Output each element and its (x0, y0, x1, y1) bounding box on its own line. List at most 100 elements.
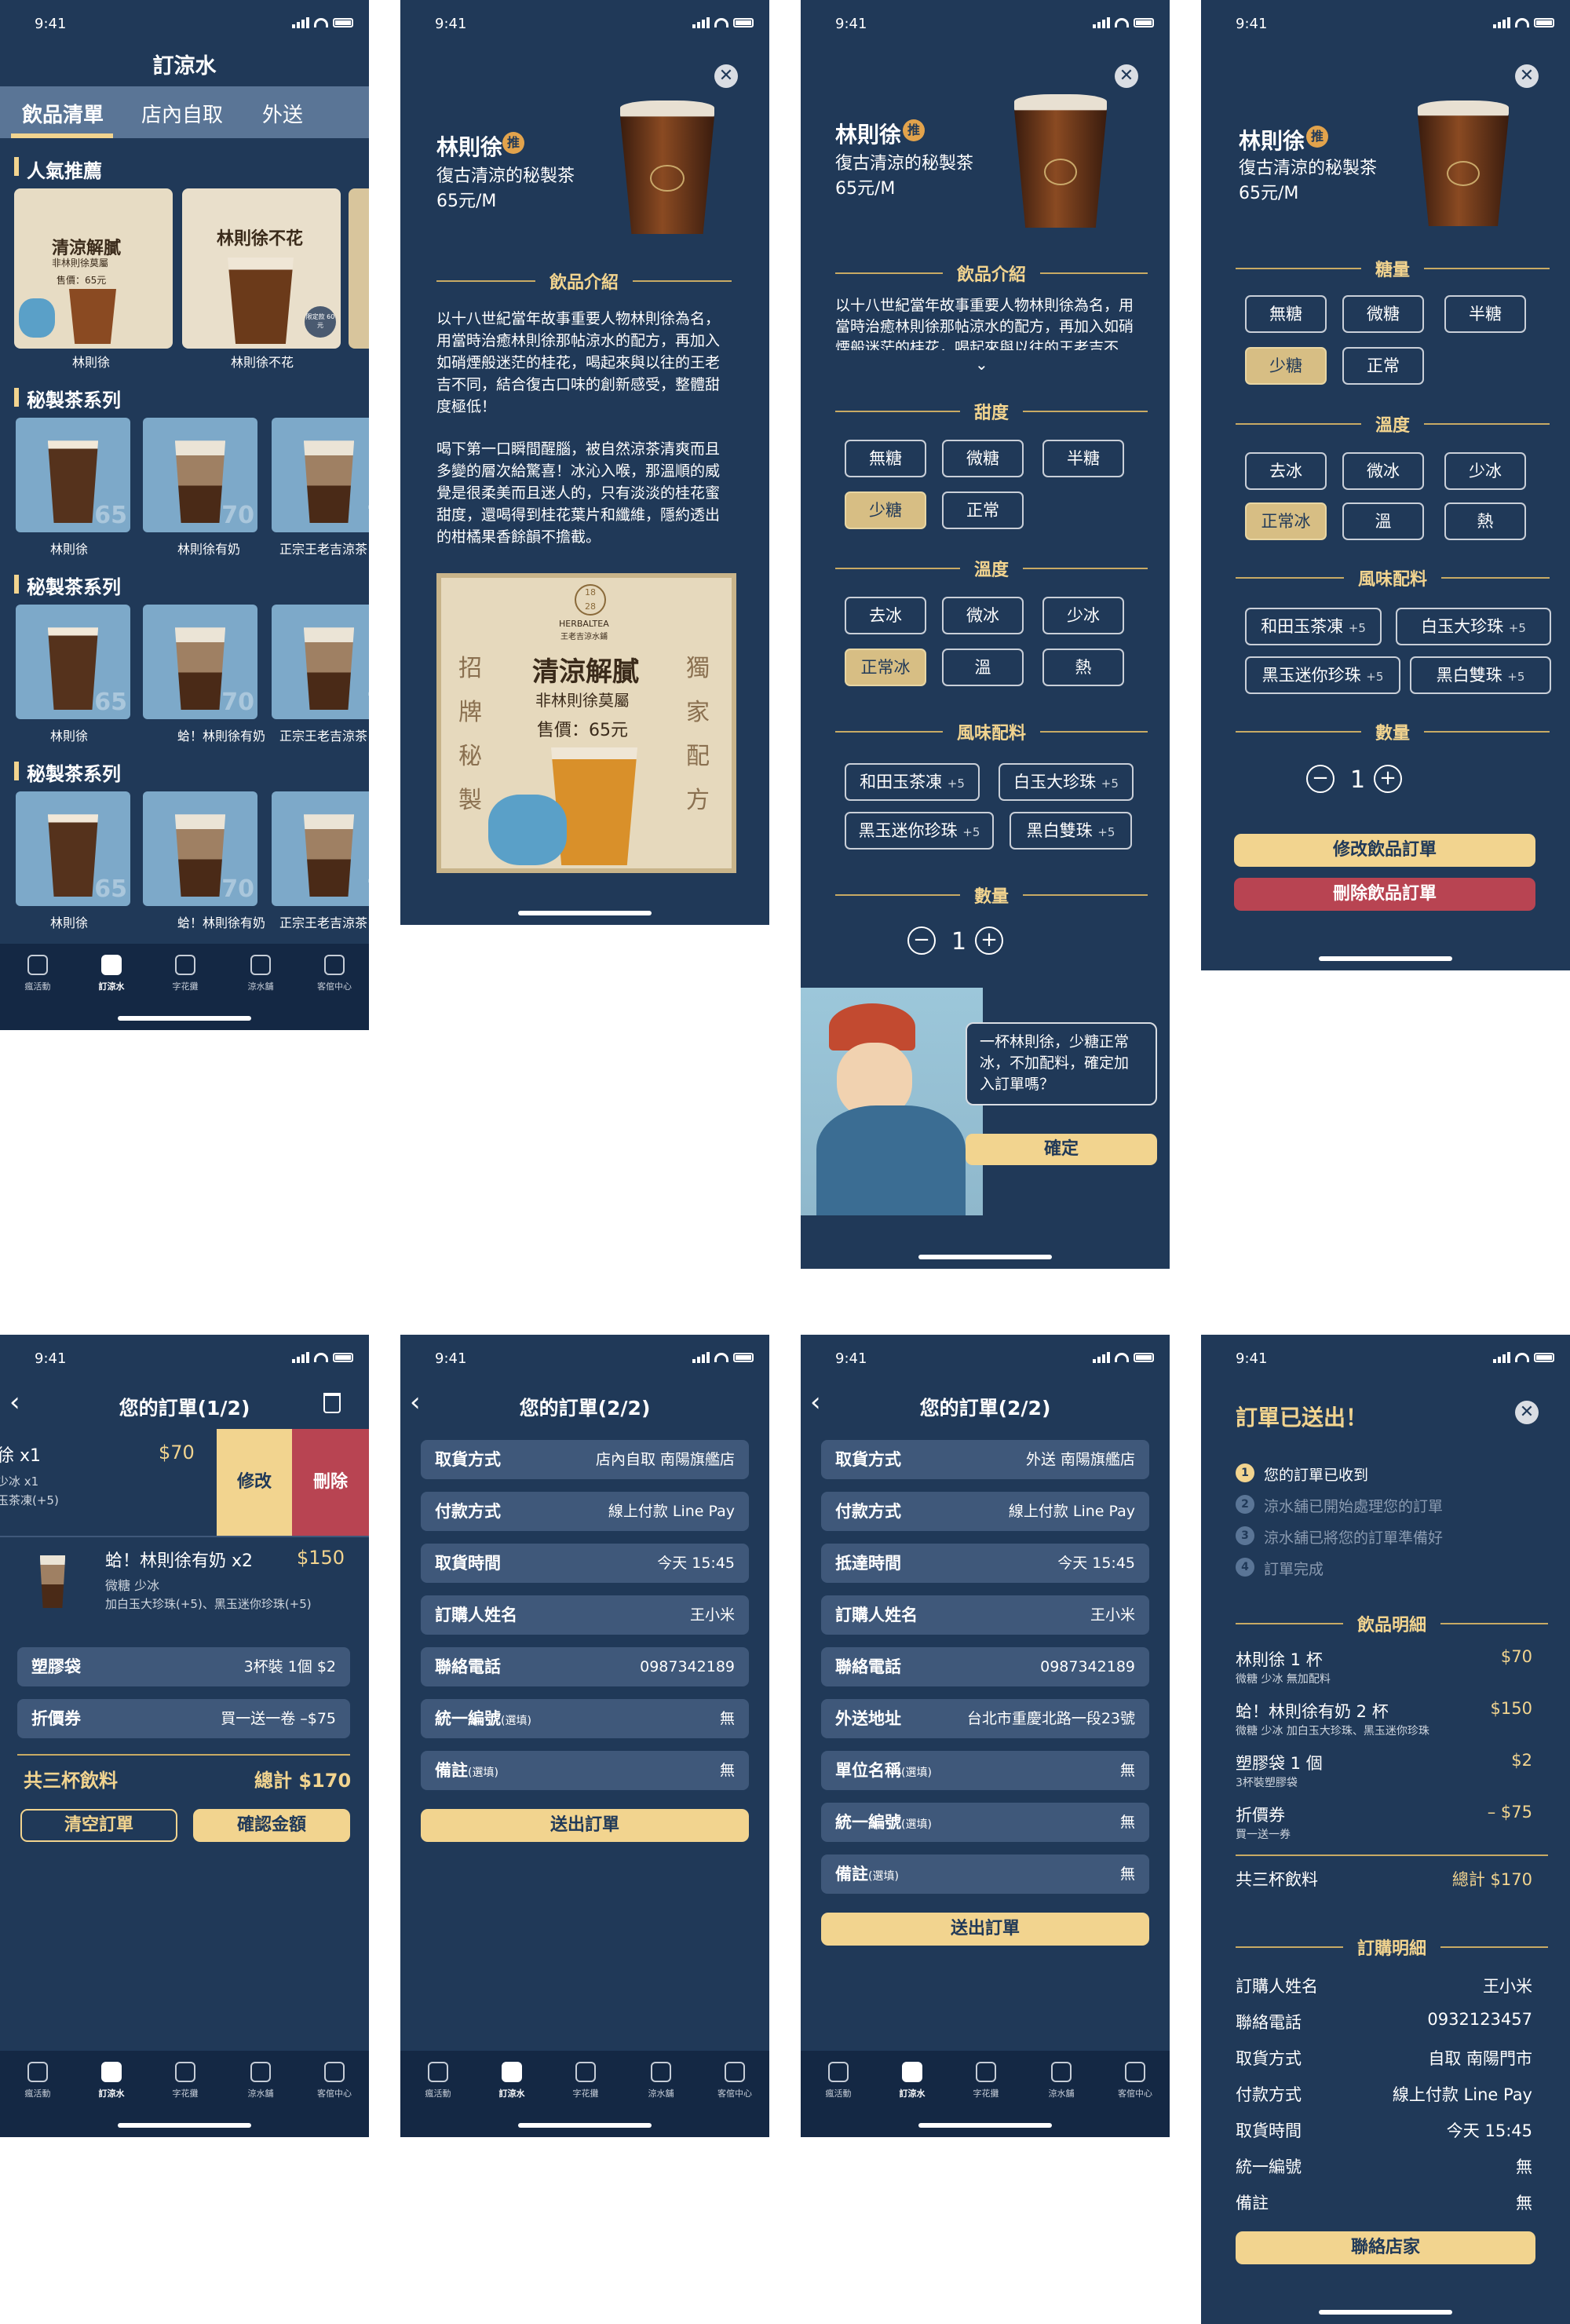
tab-item[interactable]: 訂涼水 (488, 2062, 535, 2099)
tab-item[interactable]: 訂涼水 (88, 2062, 135, 2099)
form-row[interactable]: 取貨方式 店內自取 南陽旗艦店 (421, 1440, 749, 1479)
confirm-button[interactable]: 確定 (966, 1134, 1157, 1165)
option-chip[interactable]: 黑玉迷你珍珠 +5 (1245, 656, 1400, 694)
option-chip[interactable]: 和田玉茶凍 +5 (1245, 608, 1382, 645)
option-chip[interactable]: 黑玉迷你珍珠 +5 (845, 812, 994, 850)
option-chip[interactable]: 去冰 (1245, 452, 1327, 490)
coupon-row[interactable]: 折價券 買一送一卷 –$75 (17, 1699, 350, 1738)
edit-item-button[interactable]: 修改 (217, 1429, 292, 1536)
form-row[interactable]: 取貨時間 今天 15:45 (421, 1544, 749, 1583)
delete-order-button[interactable]: 刪除飲品訂單 (1234, 878, 1535, 911)
tab-item[interactable]: 瘋活動 (815, 2062, 862, 2099)
confirm-amount-button[interactable]: 確認金額 (193, 1809, 350, 1842)
option-chip[interactable]: 微冰 (942, 597, 1024, 634)
option-chip[interactable]: 和田玉茶凍 +5 (845, 763, 980, 801)
option-chip[interactable]: 半糖 (1042, 440, 1124, 477)
form-row[interactable]: 付款方式 線上付款 Line Pay (421, 1492, 749, 1531)
option-chip[interactable]: 正常冰 (845, 649, 926, 686)
option-chip[interactable]: 正常 (942, 491, 1024, 529)
form-row[interactable]: 取貨方式 外送 南陽旗艦店 (821, 1440, 1149, 1479)
tab-item[interactable]: 客倌中心 (1112, 2062, 1159, 2099)
product-thumbnail[interactable]: 7 (272, 791, 369, 906)
option-chip[interactable]: 少糖 (1245, 347, 1327, 385)
bag-row[interactable]: 塑膠袋 3杯裝 1個 $2 (17, 1647, 350, 1686)
option-chip[interactable]: 微糖 (1342, 295, 1424, 333)
delete-item-button[interactable]: 刪除 (292, 1429, 369, 1536)
close-icon[interactable]: ✕ (1115, 64, 1138, 88)
tab-item[interactable]: 字花攤 (162, 2062, 209, 2099)
tab-item[interactable]: 訂涼水 (88, 955, 135, 992)
form-row[interactable]: 付款方式 線上付款 Line Pay (821, 1492, 1149, 1531)
form-row[interactable]: 外送地址 台北市重慶北路一段23號 (821, 1699, 1149, 1738)
product-thumbnail[interactable]: 65 (16, 418, 130, 532)
close-icon[interactable]: ✕ (1515, 1401, 1539, 1424)
form-row[interactable]: 聯絡電話 0987342189 (821, 1647, 1149, 1686)
tab-item[interactable]: 字花攤 (962, 2062, 1010, 2099)
popular-card[interactable]: 林則徐不花 限定款 60元 (182, 188, 341, 349)
form-row[interactable]: 備註(選填) 無 (421, 1751, 749, 1790)
option-chip[interactable]: 去冰 (845, 597, 926, 634)
product-thumbnail[interactable]: 65 (16, 791, 130, 906)
product-thumbnail[interactable]: 7 (272, 605, 369, 719)
tab-item[interactable]: 訂涼水 (889, 2062, 936, 2099)
option-chip[interactable]: 熱 (1042, 649, 1124, 686)
expand-chevron-icon[interactable]: ⌄ (975, 355, 988, 374)
form-row[interactable]: 統一編號(選填) 無 (821, 1803, 1149, 1842)
plus-icon[interactable]: + (1374, 765, 1402, 793)
clear-order-button[interactable]: 清空訂單 (20, 1809, 177, 1842)
category-tab[interactable]: 店內自取 (141, 99, 223, 128)
option-chip[interactable]: 黑白雙珠 +5 (1010, 812, 1132, 850)
tab-item[interactable]: 涼水舖 (237, 2062, 284, 2099)
tab-item[interactable]: 客倌中心 (711, 2062, 758, 2099)
tab-item[interactable]: 字花攤 (562, 2062, 609, 2099)
tab-item[interactable]: 字花攤 (162, 955, 209, 992)
option-chip[interactable]: 微冰 (1342, 452, 1424, 490)
form-row[interactable]: 訂購人姓名 王小米 (821, 1595, 1149, 1635)
option-chip[interactable]: 少冰 (1444, 452, 1526, 490)
option-chip[interactable]: 正常 (1342, 347, 1424, 385)
popular-card-partial[interactable] (349, 188, 369, 349)
contact-store-button[interactable]: 聯絡店家 (1236, 2231, 1535, 2264)
close-icon[interactable]: ✕ (1515, 64, 1539, 88)
category-tab[interactable]: 外送 (262, 99, 303, 128)
option-chip[interactable]: 溫 (942, 649, 1024, 686)
product-thumbnail[interactable]: 70 (143, 418, 257, 532)
tab-item[interactable]: 瘋活動 (414, 2062, 462, 2099)
form-row[interactable]: 統一編號(選填) 無 (421, 1699, 749, 1738)
form-row[interactable]: 抵達時間 今天 15:45 (821, 1544, 1149, 1583)
option-chip[interactable]: 正常冰 (1245, 502, 1327, 540)
form-row[interactable]: 單位名稱(選填) 無 (821, 1751, 1149, 1790)
option-chip[interactable]: 無糖 (845, 440, 926, 477)
product-thumbnail[interactable]: 65 (16, 605, 130, 719)
option-chip[interactable]: 半糖 (1444, 295, 1526, 333)
trash-icon[interactable] (323, 1393, 341, 1413)
edit-order-button[interactable]: 修改飲品訂單 (1234, 834, 1535, 867)
form-row[interactable]: 聯絡電話 0987342189 (421, 1647, 749, 1686)
category-tab[interactable]: 飲品清單 (22, 99, 104, 128)
tab-item[interactable]: 客倌中心 (311, 2062, 358, 2099)
option-chip[interactable]: 黑白雙珠 +5 (1410, 656, 1551, 694)
option-chip[interactable]: 無糖 (1245, 295, 1327, 333)
option-chip[interactable]: 白玉大珍珠 +5 (999, 763, 1134, 801)
popular-card[interactable]: 清涼解膩 非林則徐莫屬 售價：65元 (14, 188, 173, 349)
form-row[interactable]: 備註(選填) 無 (821, 1854, 1149, 1894)
tab-item[interactable]: 涼水舖 (637, 2062, 685, 2099)
option-chip[interactable]: 少冰 (1042, 597, 1124, 634)
tab-item[interactable]: 客倌中心 (311, 955, 358, 992)
tab-item[interactable]: 涼水舖 (237, 955, 284, 992)
form-row[interactable]: 訂購人姓名 王小米 (421, 1595, 749, 1635)
product-thumbnail[interactable]: 7 (272, 418, 369, 532)
tab-item[interactable]: 瘋活動 (14, 2062, 61, 2099)
minus-icon[interactable]: − (907, 926, 936, 955)
option-chip[interactable]: 熱 (1444, 502, 1526, 540)
submit-order-button[interactable]: 送出訂單 (421, 1809, 749, 1842)
tab-item[interactable]: 涼水舖 (1038, 2062, 1085, 2099)
option-chip[interactable]: 微糖 (942, 440, 1024, 477)
product-thumbnail[interactable]: 70 (143, 605, 257, 719)
product-thumbnail[interactable]: 70 (143, 791, 257, 906)
option-chip[interactable]: 少糖 (845, 491, 926, 529)
tab-item[interactable]: 瘋活動 (14, 955, 61, 992)
option-chip[interactable]: 溫 (1342, 502, 1424, 540)
submit-order-button[interactable]: 送出訂單 (821, 1913, 1149, 1946)
plus-icon[interactable]: + (975, 926, 1003, 955)
